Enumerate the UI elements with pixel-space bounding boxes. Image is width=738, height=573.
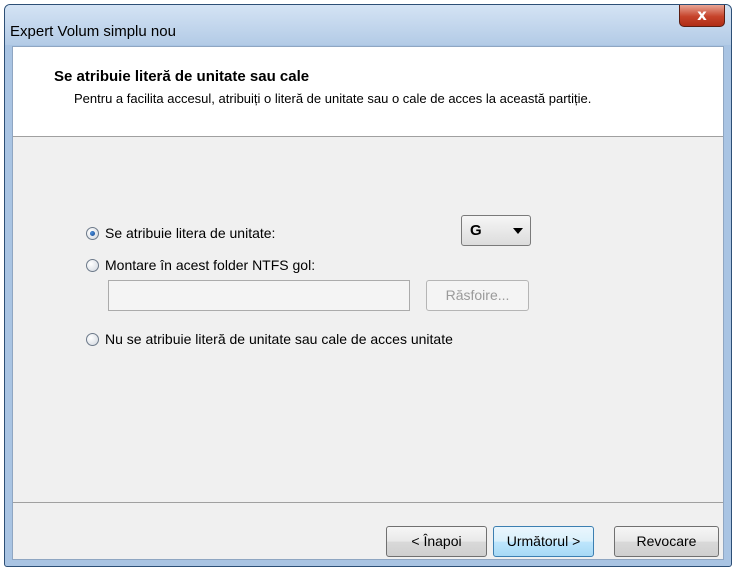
drive-letter-dropdown[interactable]: G — [461, 215, 531, 246]
page-title: Se atribuie literă de unitate sau cale — [54, 68, 310, 85]
close-icon: x — [697, 6, 707, 24]
page-description: Pentru a facilita accesul, atribuiți o l… — [74, 91, 592, 106]
folder-path-input[interactable] — [108, 280, 410, 311]
chevron-down-icon — [513, 228, 523, 234]
mount-folder-radio[interactable] — [86, 259, 99, 272]
wizard-client-area: Se atribuie literă de unitate sau cale P… — [12, 46, 724, 560]
next-button[interactable]: Următorul > — [493, 526, 594, 557]
close-button[interactable]: x — [679, 5, 725, 27]
wizard-header: Se atribuie literă de unitate sau cale P… — [13, 47, 723, 137]
footer-divider — [13, 502, 723, 503]
drive-letter-value: G — [470, 222, 482, 239]
no-assign-label[interactable]: Nu se atribuie literă de unitate sau cal… — [105, 331, 453, 347]
assign-letter-label[interactable]: Se atribuie litera de unitate: — [105, 225, 275, 241]
window-title: Expert Volum simplu nou — [10, 23, 176, 40]
cancel-button[interactable]: Revocare — [614, 526, 719, 557]
back-button[interactable]: < Înapoi — [386, 526, 487, 557]
assign-letter-radio[interactable] — [86, 227, 99, 240]
no-assign-radio[interactable] — [86, 333, 99, 346]
title-bar[interactable]: Expert Volum simplu nou x — [5, 5, 731, 45]
mount-folder-label[interactable]: Montare în acest folder NTFS gol: — [105, 257, 315, 273]
browse-button[interactable]: Răsfoire... — [426, 280, 529, 311]
wizard-window: Expert Volum simplu nou x Se atribuie li… — [4, 4, 732, 567]
